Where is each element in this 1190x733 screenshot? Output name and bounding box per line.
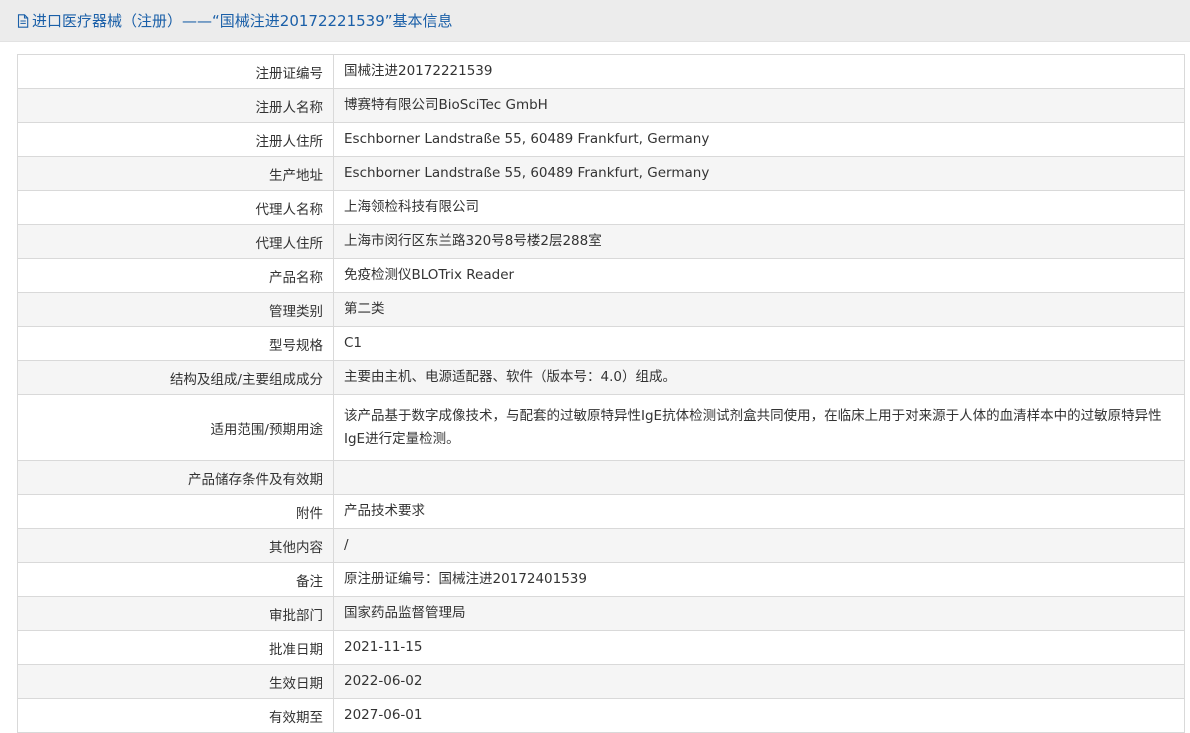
field-label: 批准日期 [17,630,334,665]
field-label: 审批部门 [17,596,334,631]
field-label: 其他内容 [17,528,334,563]
field-value: 上海市闵行区东兰路320号8号楼2层288室 [333,224,1185,259]
field-value: 上海领检科技有限公司 [333,190,1185,225]
field-label: 管理类别 [17,292,334,327]
field-label: 生效日期 [17,664,334,699]
table-row: 审批部门 国家药品监督管理局 [17,596,1185,631]
table-row: 附件 产品技术要求 [17,494,1185,529]
field-label: 注册证编号 [17,54,334,89]
field-value: 2021-11-15 [333,630,1185,665]
field-label: 代理人住所 [17,224,334,259]
field-label: 注册人住所 [17,122,334,157]
table-row: 注册人名称 博赛特有限公司BioSciTec GmbH [17,88,1185,123]
info-table-container: 注册证编号 国械注进20172221539 注册人名称 博赛特有限公司BioSciTe… [17,54,1185,733]
document-icon [17,14,29,28]
table-row: 产品名称 免疫检测仪BLOTrix Reader [17,258,1185,293]
field-label: 生产地址 [17,156,334,191]
field-value: 该产品基于数字成像技术，与配套的过敏原特异性IgE抗体检测试剂盒共同使用，在临床… [333,394,1185,461]
table-row: 结构及组成/主要组成成分 主要由主机、电源适配器、软件（版本号：4.0）组成。 [17,360,1185,395]
field-value: 博赛特有限公司BioSciTec GmbH [333,88,1185,123]
field-label: 代理人名称 [17,190,334,225]
table-row: 注册证编号 国械注进20172221539 [17,54,1185,89]
table-row: 生效日期 2022-06-02 [17,664,1185,699]
field-label: 备注 [17,562,334,597]
table-row: 代理人住所 上海市闵行区东兰路320号8号楼2层288室 [17,224,1185,259]
field-value: C1 [333,326,1185,361]
table-row: 生产地址 Eschborner Landstraße 55, 60489 Fran… [17,156,1185,191]
table-row: 批准日期 2021-11-15 [17,630,1185,665]
field-value: 2022-06-02 [333,664,1185,699]
table-row: 有效期至 2027-06-01 [17,698,1185,733]
field-value: Eschborner Landstraße 55, 60489 Frankfur… [333,122,1185,157]
field-value: 第二类 [333,292,1185,327]
table-row: 管理类别 第二类 [17,292,1185,327]
field-value: / [333,528,1185,563]
table-row: 代理人名称 上海领检科技有限公司 [17,190,1185,225]
field-label: 产品名称 [17,258,334,293]
field-label: 型号规格 [17,326,334,361]
page-header: 进口医疗器械（注册）——“国械注进20172221539”基本信息 [0,0,1190,42]
field-value: 免疫检测仪BLOTrix Reader [333,258,1185,293]
field-value: Eschborner Landstraße 55, 60489 Frankfur… [333,156,1185,191]
field-value: 产品技术要求 [333,494,1185,529]
field-label: 附件 [17,494,334,529]
field-value: 国家药品监督管理局 [333,596,1185,631]
info-table: 注册证编号 国械注进20172221539 注册人名称 博赛特有限公司BioSciTe… [17,54,1185,733]
field-label: 注册人名称 [17,88,334,123]
field-label: 适用范围/预期用途 [17,394,334,461]
field-value [333,460,1185,495]
field-value: 2027-06-01 [333,698,1185,733]
field-value: 国械注进20172221539 [333,54,1185,89]
table-row: 适用范围/预期用途 该产品基于数字成像技术，与配套的过敏原特异性IgE抗体检测试剂… [17,394,1185,461]
page-title: 进口医疗器械（注册）——“国械注进20172221539”基本信息 [17,0,453,42]
page-title-text: 进口医疗器械（注册）——“国械注进20172221539”基本信息 [32,12,453,30]
field-label: 产品储存条件及有效期 [17,460,334,495]
table-row: 备注 原注册证编号：国械注进20172401539 [17,562,1185,597]
field-label: 有效期至 [17,698,334,733]
table-row: 其他内容 / [17,528,1185,563]
table-row: 注册人住所 Eschborner Landstraße 55, 60489 Fra… [17,122,1185,157]
field-value: 原注册证编号：国械注进20172401539 [333,562,1185,597]
table-row: 产品储存条件及有效期 [17,460,1185,495]
table-row: 型号规格 C1 [17,326,1185,361]
field-value: 主要由主机、电源适配器、软件（版本号：4.0）组成。 [333,360,1185,395]
field-label: 结构及组成/主要组成成分 [17,360,334,395]
